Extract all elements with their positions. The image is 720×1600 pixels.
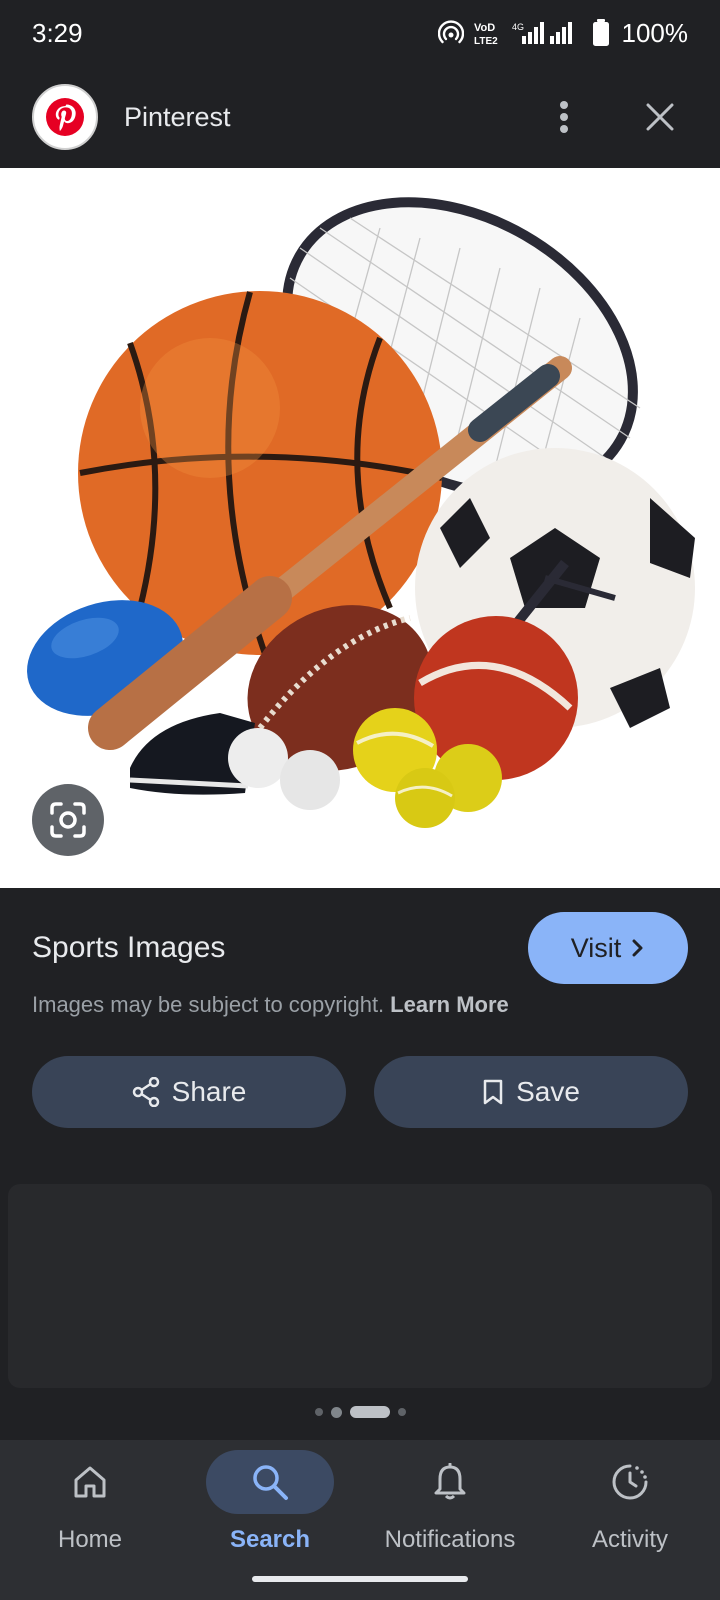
nav-activity-label: Activity (591, 1526, 668, 1553)
save-button[interactable]: Save (374, 1056, 688, 1128)
page-title: Sports Images (32, 931, 226, 964)
hotspot-icon (437, 20, 464, 44)
related-content-placeholder (8, 1184, 712, 1388)
header: Pinterest (0, 66, 720, 168)
learn-more-link[interactable]: Learn More (390, 992, 509, 1017)
svg-text:LTE2: LTE2 (474, 36, 498, 47)
nav-notifications[interactable]: Notifications (360, 1440, 540, 1560)
svg-text:VoD: VoD (474, 22, 495, 34)
share-icon (132, 1077, 159, 1107)
pager-dot (397, 1408, 406, 1416)
nav-search[interactable]: Search (180, 1440, 360, 1560)
visit-label: Visit (570, 932, 622, 963)
status-bar: 3:29 VoD LTE2 4G 100% (0, 0, 720, 66)
bookmark-icon (483, 1079, 503, 1105)
volte-icon: VoD LTE2 (474, 22, 498, 47)
copyright-text: Images may be subject to copyright. (32, 992, 385, 1017)
nav-search-label: Search (229, 1526, 311, 1553)
pinterest-logo (32, 84, 98, 150)
status-right: VoD LTE2 4G 100% (437, 17, 689, 49)
pager-dot (314, 1408, 323, 1416)
share-label: Share (171, 1076, 247, 1107)
more-vertical-icon[interactable] (536, 89, 592, 145)
share-button[interactable]: Share (32, 1056, 346, 1128)
google-lens-icon[interactable] (32, 784, 104, 856)
header-title: Pinterest (124, 101, 231, 132)
chevron-right-icon (632, 939, 643, 957)
nav-activity[interactable]: Activity (540, 1440, 720, 1560)
status-icons: VoD LTE2 4G (437, 19, 610, 47)
signal-icon: 4G (512, 22, 572, 44)
title-row: Sports Images Visit (32, 912, 688, 984)
close-icon[interactable] (632, 89, 688, 145)
pager-dot (330, 1406, 342, 1418)
battery-percent: 100% (621, 17, 689, 48)
home-icon (26, 1450, 154, 1514)
visit-button[interactable]: Visit (528, 912, 688, 984)
bell-icon (386, 1450, 514, 1514)
svg-text:4G: 4G (512, 22, 524, 32)
nav-home[interactable]: Home (0, 1440, 180, 1560)
battery-icon (592, 19, 609, 46)
save-label: Save (516, 1076, 580, 1107)
activity-icon (566, 1450, 694, 1514)
status-time: 3:29 (32, 17, 83, 48)
home-indicator[interactable] (252, 1576, 468, 1582)
nav-notifications-label: Notifications (384, 1526, 516, 1553)
pager-dots (0, 1406, 720, 1418)
search-icon (206, 1450, 334, 1514)
nav-home-label: Home (57, 1526, 123, 1553)
action-buttons: Share Save (32, 1056, 688, 1128)
sports-equipment-image[interactable] (0, 168, 720, 888)
copyright-notice: Images may be subject to copyright. Learn… (32, 992, 509, 1018)
pager-dot-active (349, 1406, 390, 1418)
